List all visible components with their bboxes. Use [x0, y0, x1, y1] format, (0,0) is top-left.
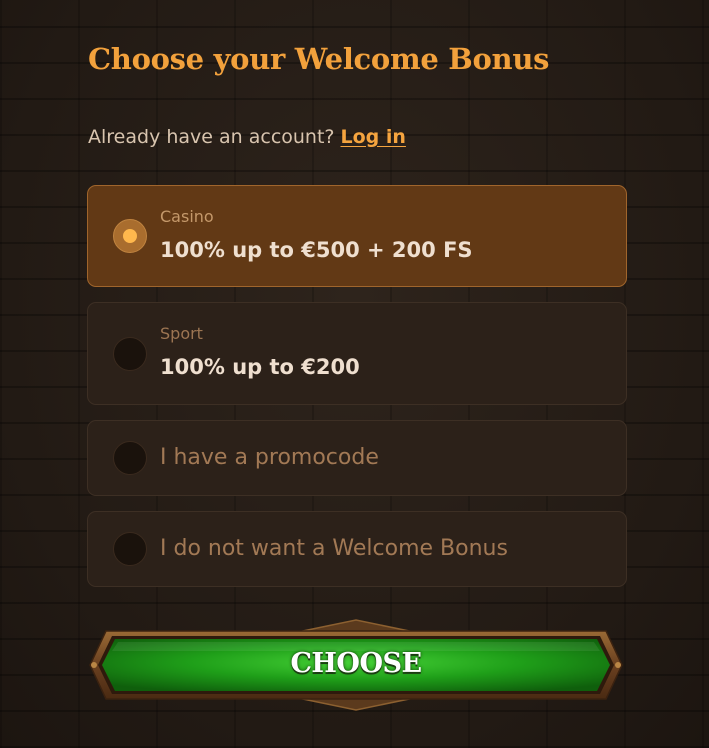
bonus-option-sport-value: 100% up to €200	[160, 355, 360, 379]
bonus-option-no-bonus-label: I do not want a Welcome Bonus	[160, 536, 508, 561]
bonus-option-casino[interactable]: Casino 100% up to €500 + 200 FS	[87, 185, 627, 287]
login-prompt: Already have an account? Log in	[88, 126, 406, 148]
radio-empty-icon[interactable]	[113, 337, 147, 371]
bonus-option-promocode[interactable]: I have a promocode	[87, 420, 627, 496]
choose-button-label: CHOOSE	[290, 648, 422, 679]
bonus-option-casino-label: Casino	[160, 207, 214, 226]
bonus-option-no-bonus[interactable]: I do not want a Welcome Bonus	[87, 511, 627, 587]
bonus-option-sport[interactable]: Sport 100% up to €200	[87, 302, 627, 405]
radio-empty-icon[interactable]	[113, 441, 147, 475]
bonus-option-promocode-label: I have a promocode	[160, 445, 379, 470]
bonus-option-casino-value: 100% up to €500 + 200 FS	[160, 238, 473, 262]
bonus-option-sport-label: Sport	[160, 324, 203, 343]
radio-empty-icon[interactable]	[113, 532, 147, 566]
choose-button[interactable]: CHOOSE	[88, 618, 624, 712]
login-prompt-text: Already have an account?	[88, 126, 335, 148]
radio-dot	[123, 229, 137, 243]
login-link[interactable]: Log in	[341, 126, 406, 148]
page-title: Choose your Welcome Bonus	[88, 42, 550, 76]
radio-selected-icon[interactable]	[113, 219, 147, 253]
